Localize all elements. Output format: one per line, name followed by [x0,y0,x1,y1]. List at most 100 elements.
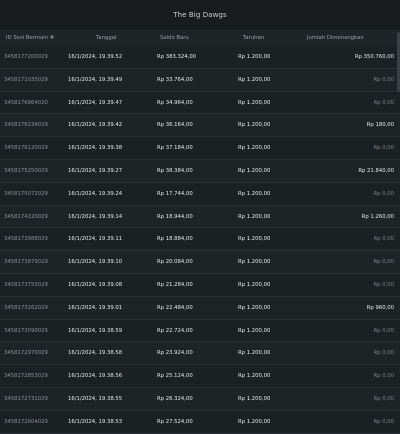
bet-cell: Rp 1.200,00 [238,167,271,174]
table-row[interactable]: 3458172604029 16/1/2024, 19.38.53 Rp 27.52… [0,410,400,434]
session-id-cell: 3458172731029 [4,395,48,402]
win-amount-cell: Rp 0,00 [373,145,394,152]
balance-cell: Rp 33.764,00 [157,76,193,83]
table-row[interactable]: 3458173879029 16/1/2024, 19.39.10 Rp 20.08… [0,251,400,274]
win-amount-cell: Rp 0,00 [373,327,394,334]
win-amount-cell: Rp 0,00 [373,373,394,380]
date-cell: 16/1/2024, 19.39.27 [68,167,123,174]
bet-cell: Rp 1.200,00 [238,350,271,357]
balance-cell: Rp 20.084,00 [157,259,193,266]
bet-cell: Rp 1.200,00 [238,76,271,83]
balance-cell: Rp 38.384,00 [157,167,193,174]
win-amount-cell: Rp 350.760,00 [354,54,394,60]
session-id-cell: 3458176234029 [4,122,48,129]
table-row[interactable]: 3458171035029 16/1/2024, 19.39.49 Rp 33.76… [0,68,400,92]
session-id-cell: 3458172604029 [4,418,48,425]
bet-cell: Rp 1.200,00 [238,327,271,334]
balance-cell: Rp 26.324,00 [157,395,193,402]
table-row[interactable]: 3458173262029 16/1/2024, 19.39.01 Rp 22.48… [0,296,400,320]
header-session-id[interactable]: ID Sesi Bermain # [6,35,54,41]
bet-cell: Rp 1.200,00 [238,304,271,311]
bet-cell: Rp 1.200,00 [238,281,271,288]
date-cell: 16/1/2024, 19.39.42 [68,122,123,129]
date-cell: 16/1/2024, 19.39.24 [68,190,123,197]
date-cell: 16/1/2024, 19.39.49 [68,76,123,83]
title-bar: The Big Dawgs [0,0,400,30]
session-id-cell: 3458172970029 [4,350,48,357]
balance-cell: Rp 37.184,00 [157,145,193,152]
date-cell: 16/1/2024, 19.38.56 [68,373,123,380]
win-amount-cell: Rp 180,00 [366,122,394,129]
table-row[interactable]: 3458176120029 16/1/2024, 19.39.38 Rp 37.18… [0,137,400,160]
table-row[interactable]: 3458172731029 16/1/2024, 19.38.55 Rp 26.32… [0,387,400,411]
bet-cell: Rp 1.200,00 [238,236,271,243]
win-amount-cell: Rp 0,00 [373,76,394,83]
bet-cell: Rp 1.200,00 [238,122,271,129]
balance-cell: Rp 21.284,00 [157,281,193,288]
date-cell: 16/1/2024, 19.38.59 [68,327,123,334]
bet-cell: Rp 1.200,00 [238,259,271,266]
table-row[interactable]: 3458176864020 16/1/2024, 19.39.47 Rp 34.96… [0,91,400,115]
bet-cell: Rp 1.200,00 [238,54,271,60]
date-cell: 16/1/2024, 19.38.58 [68,350,123,357]
win-amount-cell: Rp 0,00 [373,395,394,402]
win-amount-cell: Rp 0,00 [373,259,394,266]
win-amount-cell: Rp 1.260,00 [361,213,394,220]
date-cell: 16/1/2024, 19.39.08 [68,281,123,288]
table-body: 3458177200029 16/1/2024, 19.39.52 Rp 383.3… [0,46,400,434]
table-row[interactable]: 3458172970029 16/1/2024, 19.38.58 Rp 23.92… [0,342,400,366]
balance-cell: Rp 23.924,00 [157,350,193,357]
header-bet[interactable]: Taruhan [243,35,264,41]
header-balance[interactable]: Saldo Baru [160,35,189,41]
table-row[interactable]: 3458175250029 16/1/2024, 19.39.27 Rp 38.38… [0,159,400,183]
win-amount-cell: Rp 0,00 [373,190,394,197]
table-row[interactable]: 3458177200029 16/1/2024, 19.39.52 Rp 383.3… [0,46,400,69]
win-amount-cell: Rp 0,00 [373,99,394,106]
table-row[interactable]: 3458173988029 16/1/2024, 19.39.11 Rp 18.88… [0,228,400,252]
balance-cell: Rp 22.484,00 [157,304,193,311]
win-amount-cell: Rp 0,00 [373,236,394,243]
session-id-cell: 3458176864020 [4,99,48,106]
date-cell: 16/1/2024, 19.39.11 [68,236,123,243]
balance-cell: Rp 18.884,00 [157,236,193,243]
balance-cell: Rp 383.324,00 [157,54,197,60]
session-id-cell: 3458175250029 [4,167,48,174]
bet-cell: Rp 1.200,00 [238,190,271,197]
date-cell: 16/1/2024, 19.39.14 [68,213,123,220]
bet-cell: Rp 1.200,00 [238,418,271,425]
table-row[interactable]: 3458173090029 16/1/2024, 19.38.59 Rp 22.72… [0,319,400,343]
win-amount-cell: Rp 0,00 [373,418,394,425]
balance-cell: Rp 25.124,00 [157,373,193,380]
header-win-amount[interactable]: Jumlah Dimenangkan [307,35,364,41]
session-id-cell: 3458175072029 [4,190,48,197]
date-cell: 16/1/2024, 19.39.01 [68,304,123,311]
session-id-cell: 3458173090029 [4,327,48,334]
balance-cell: Rp 22.724,00 [157,327,193,334]
date-cell: 16/1/2024, 19.39.47 [68,99,123,106]
bet-cell: Rp 1.200,00 [238,213,271,220]
date-cell: 16/1/2024, 19.39.10 [68,259,123,266]
balance-cell: Rp 27.524,00 [157,418,193,425]
balance-cell: Rp 34.964,00 [157,99,193,106]
date-cell: 16/1/2024, 19.38.53 [68,418,123,425]
header-date[interactable]: Tanggal [96,35,116,41]
date-cell: 16/1/2024, 19.39.52 [68,54,123,60]
session-id-cell: 3458171035029 [4,76,48,83]
session-id-cell: 3458173988029 [4,236,48,243]
bet-cell: Rp 1.200,00 [238,99,271,106]
bet-cell: Rp 1.200,00 [238,373,271,380]
table-row[interactable]: 3458173755029 16/1/2024, 19.39.08 Rp 21.28… [0,273,400,297]
session-id-cell: 3458176120029 [4,145,48,152]
table-row[interactable]: 3458175072029 16/1/2024, 19.39.24 Rp 17.74… [0,182,400,206]
table-row[interactable]: 3458176234029 16/1/2024, 19.39.42 Rp 36.16… [0,114,400,138]
page-title: The Big Dawgs [173,11,227,19]
session-id-cell: 3458177200029 [4,54,48,60]
session-id-cell: 3458173879029 [4,259,48,266]
session-id-cell: 3458172853029 [4,373,48,380]
session-id-cell: 3458174220029 [4,213,48,220]
balance-cell: Rp 17.744,00 [157,190,193,197]
bet-cell: Rp 1.200,00 [238,395,271,402]
win-amount-cell: Rp 0,00 [373,350,394,357]
table-row[interactable]: 3458174220029 16/1/2024, 19.39.14 Rp 18.94… [0,205,400,229]
table-row[interactable]: 3458172853029 16/1/2024, 19.38.56 Rp 25.12… [0,365,400,388]
